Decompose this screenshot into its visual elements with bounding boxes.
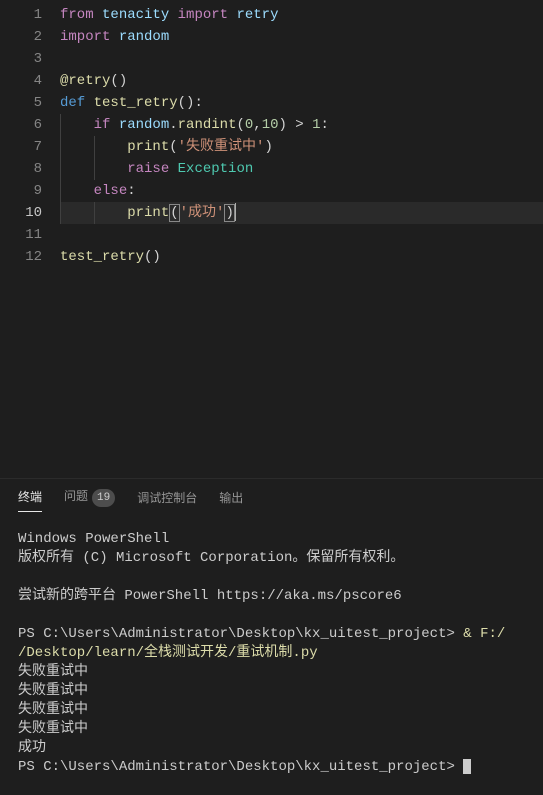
line-number: 5 [0,92,42,114]
terminal-line: 成功 [18,739,525,758]
tab-debug[interactable]: 调试控制台 [137,489,197,512]
terminal-line: Windows PowerShell [18,530,525,549]
terminal-line: PS C:\Users\Administrator\Desktop\kx_uit… [18,758,525,777]
line-number: 10 [0,202,42,224]
code-area[interactable]: from tenacity import retryimport random @… [60,0,543,478]
line-number: 3 [0,48,42,70]
line-number: 6 [0,114,42,136]
code-line[interactable] [60,48,543,70]
tab-label: 输出 [219,492,243,506]
terminal-line: /Desktop/learn/全栈测试开发/重试机制.py [18,644,525,663]
code-editor[interactable]: 123456789101112 from tenacity import ret… [0,0,543,478]
code-line[interactable]: test_retry() [60,246,543,268]
terminal-cursor [463,759,471,774]
code-line[interactable]: else: [60,180,543,202]
code-line[interactable]: if random.randint(0,10) > 1: [60,114,543,136]
terminal-line: 失败重试中 [18,720,525,739]
tab-label: 调试控制台 [137,492,197,506]
code-line[interactable]: raise Exception [60,158,543,180]
terminal-line: 尝试新的跨平台 PowerShell https://aka.ms/pscore… [18,587,525,606]
code-line[interactable]: print('成功') [60,202,543,224]
terminal-line [18,568,525,587]
line-number: 11 [0,224,42,246]
text-cursor [235,203,236,221]
terminal-line: 版权所有 (C) Microsoft Corporation。保留所有权利。 [18,549,525,568]
line-number: 2 [0,26,42,48]
code-line[interactable]: from tenacity import retry [60,4,543,26]
line-number: 8 [0,158,42,180]
terminal-line [18,606,525,625]
code-line[interactable]: print('失败重试中') [60,136,543,158]
tab-label: 问题 [64,490,88,504]
bottom-panel: 终端 问题 19 调试控制台 输出 Windows PowerShell版权所有 (C)… [0,478,543,795]
line-number: 9 [0,180,42,202]
line-number: 1 [0,4,42,26]
panel-tabs: 终端 问题 19 调试控制台 输出 [0,479,543,520]
terminal-output[interactable]: Windows PowerShell版权所有 (C) Microsoft Cor… [0,520,543,795]
tab-label: 终端 [18,491,42,505]
line-number: 12 [0,246,42,268]
tab-terminal[interactable]: 终端 [18,488,42,512]
line-number: 4 [0,70,42,92]
code-line[interactable]: def test_retry(): [60,92,543,114]
code-line[interactable]: import random [60,26,543,48]
terminal-line: 失败重试中 [18,701,525,720]
code-line[interactable]: @retry() [60,70,543,92]
problems-count-badge: 19 [92,489,115,507]
line-number: 7 [0,136,42,158]
terminal-line: 失败重试中 [18,663,525,682]
tab-output[interactable]: 输出 [219,489,243,512]
terminal-line: 失败重试中 [18,682,525,701]
code-line[interactable] [60,224,543,246]
terminal-line: PS C:\Users\Administrator\Desktop\kx_uit… [18,625,525,644]
tab-problems[interactable]: 问题 19 [64,487,115,513]
line-number-gutter: 123456789101112 [0,0,60,478]
